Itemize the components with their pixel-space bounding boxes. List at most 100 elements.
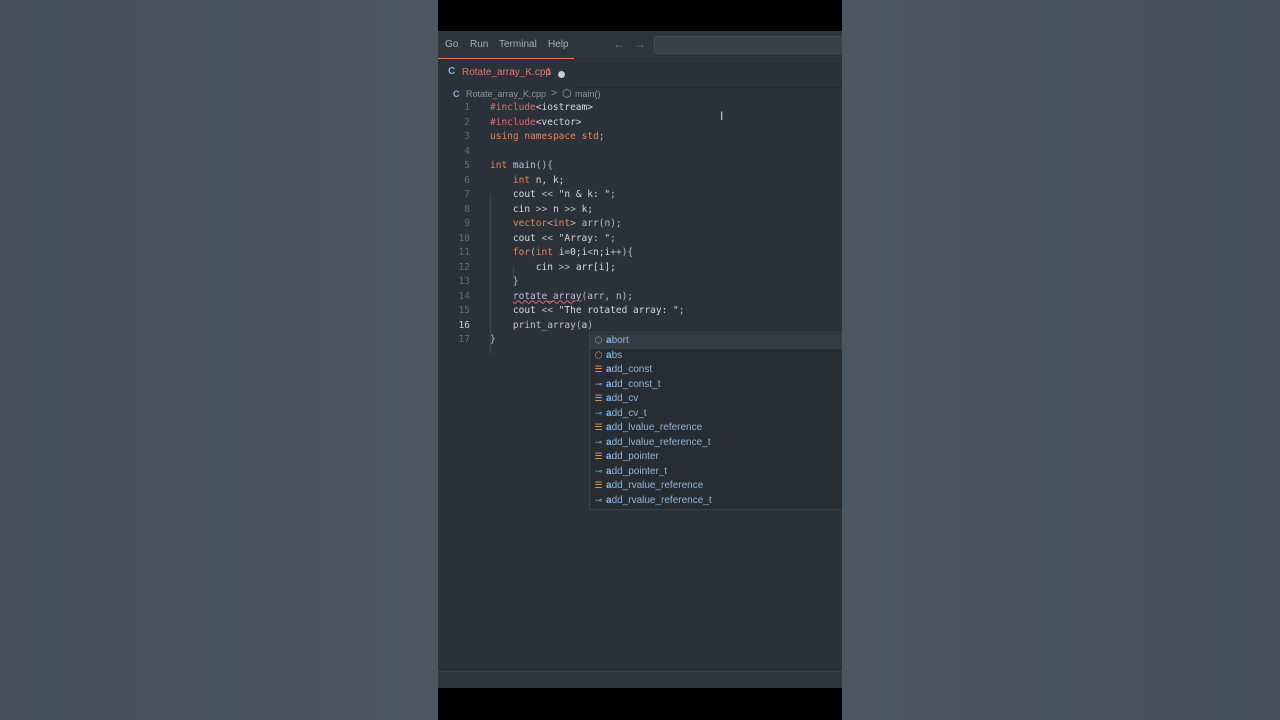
- line-number: 12: [458, 261, 470, 273]
- code-line[interactable]: 15 cout << "The rotated array: ";: [438, 304, 842, 318]
- suggestion-item[interactable]: ☰ add_const: [590, 363, 842, 378]
- suggestion-item[interactable]: ☰ add_cv: [590, 392, 842, 407]
- menu-run[interactable]: Run: [470, 39, 488, 50]
- problem-count-badge: 1: [546, 67, 552, 78]
- suggestion-label: add_rvalue_reference: [606, 480, 703, 491]
- code-line[interactable]: 4: [438, 145, 842, 159]
- suggestion-rest: dd_const: [611, 364, 653, 375]
- code-line[interactable]: 7 cout << "n & k: ";: [438, 188, 842, 202]
- type-alias-icon: ⊸: [594, 436, 603, 447]
- line-number: 4: [464, 145, 470, 157]
- line-source: for(int i=0;i<n;i++){: [490, 246, 633, 260]
- code-line[interactable]: 10 cout << "Array: ";: [438, 232, 842, 246]
- code-token: ++: [610, 247, 622, 258]
- line-source: #include<vector>: [490, 116, 582, 130]
- menu-terminal[interactable]: Terminal: [499, 39, 537, 50]
- code-token: }: [490, 334, 496, 345]
- code-token: cin: [512, 203, 536, 215]
- code-token: ;: [598, 131, 605, 142]
- line-source: vector<int> arr(n);: [490, 217, 622, 231]
- line-number: 9: [464, 218, 470, 229]
- breadcrumb-file[interactable]: Rotate_array_K.cpp: [466, 89, 546, 99]
- line-source: cout << "The rotated array: ";: [490, 304, 685, 318]
- code-line[interactable]: 1 #include<iostream>: [438, 101, 842, 115]
- line-number: 11: [458, 247, 470, 258]
- code-line[interactable]: 2 #include<vector>: [438, 116, 842, 130]
- code-token: cout: [512, 189, 542, 200]
- code-token: namespace: [524, 131, 576, 142]
- code-token: "Array: ": [558, 232, 611, 244]
- line-number: 2: [464, 116, 470, 128]
- code-line[interactable]: 11 for(int i=0;i<n;i++){: [438, 246, 842, 260]
- code-line[interactable]: 13 }: [438, 275, 842, 289]
- tab-label: Rotate_array_K.cpp: [462, 67, 551, 78]
- code-token: vector: [512, 218, 548, 229]
- menu-go[interactable]: Go: [445, 39, 458, 50]
- code-line[interactable]: 8 cin >> n >> k;: [438, 203, 842, 217]
- line-number: 17: [458, 334, 470, 345]
- code-line[interactable]: 5 int main(){: [438, 159, 842, 173]
- suggestion-rest: bs: [611, 349, 623, 361]
- code-token: n;i: [593, 247, 611, 258]
- code-line[interactable]: 9 vector<int> arr(n);: [438, 217, 842, 231]
- suggestion-item[interactable]: ⊸ add_pointer_t: [590, 465, 842, 480]
- suggestion-item[interactable]: ☰ add_lvalue_reference: [590, 421, 842, 436]
- line-source: cin >> n >> k;: [490, 203, 593, 217]
- code-token: int: [552, 218, 571, 229]
- code-token: <<: [541, 305, 559, 316]
- suggestion-item[interactable]: ☰ add_rvalue_reference: [590, 479, 842, 494]
- suggestion-item[interactable]: ⊸ add_lvalue_reference_t: [590, 436, 842, 451]
- autocomplete-suggestion-widget: ⬡ abort ⬡ abs ☰ add_const ⊸ add_const_t ☰ add_cv ⊸…: [589, 332, 842, 510]
- suggestion-label: add_rvalue_reference_t: [606, 495, 712, 506]
- suggestion-label: add_lvalue_reference_t: [606, 437, 711, 448]
- suggestion-label: add_lvalue_reference: [606, 422, 702, 433]
- back-arrow-icon[interactable]: ←: [613, 37, 625, 51]
- tab-rotate-array-cpp[interactable]: C Rotate_array_K.cpp 1: [438, 58, 574, 88]
- code-line[interactable]: 16 print_array(a): [438, 319, 842, 333]
- suggestion-item[interactable]: ⊸ add_rvalue_reference_t: [590, 494, 842, 509]
- line-source: #include<iostream>: [490, 101, 593, 115]
- suggestion-item[interactable]: ⊸ add_cv_t: [590, 407, 842, 422]
- suggestion-label: add_cv_t: [606, 408, 647, 419]
- line-source: using namespace std;: [490, 130, 604, 144]
- line-number: 15: [458, 305, 470, 316]
- forward-arrow-icon[interactable]: →: [634, 37, 646, 51]
- code-token: for: [512, 247, 531, 258]
- suggestion-rest: dd_lvalue_reference: [611, 422, 703, 433]
- vertical-video-frame: Go Run Terminal Help ← → C Rotate_array_…: [438, 0, 842, 720]
- code-token: ): [587, 319, 594, 331]
- code-token: cout: [512, 232, 542, 244]
- menu-help[interactable]: Help: [548, 39, 569, 50]
- suggestion-rest: dd_rvalue_reference_t: [611, 494, 712, 506]
- class-icon: ☰: [594, 364, 603, 374]
- code-line[interactable]: 12 cin >> arr[i];: [438, 261, 842, 275]
- code-token: ;: [610, 189, 616, 200]
- suggestion-rest: dd_lvalue_reference_t: [611, 436, 711, 448]
- code-token: }: [512, 276, 519, 287]
- code-token: n: [552, 203, 565, 215]
- breadcrumb-symbol[interactable]: main(): [575, 89, 601, 99]
- code-line[interactable]: 6 int n, k;: [438, 174, 842, 188]
- line-number: 16: [458, 319, 470, 331]
- suggestion-item[interactable]: ⬡ abort: [590, 334, 842, 349]
- suggestion-item[interactable]: ☰ add_pointer: [590, 450, 842, 465]
- code-token: main: [512, 160, 536, 171]
- suggestion-item[interactable]: ⬡ abs: [590, 349, 842, 364]
- breadcrumb-separator: >: [551, 88, 557, 99]
- line-number: 3: [464, 131, 470, 142]
- code-line[interactable]: 14 rotate_array(arr, n);: [438, 290, 842, 304]
- code-token: >: [570, 218, 582, 229]
- suggestion-rest: dd_cv_t: [611, 407, 647, 419]
- suggestion-item[interactable]: ⊸ add_const_t: [590, 378, 842, 393]
- line-source: cin >> arr[i];: [490, 261, 616, 275]
- code-token: i: [552, 247, 565, 258]
- code-line[interactable]: 3 using namespace std;: [438, 130, 842, 144]
- unsaved-dot-icon[interactable]: [558, 71, 565, 78]
- suggestion-rest: dd_cv: [611, 393, 639, 404]
- command-center-search[interactable]: [654, 36, 842, 54]
- code-token: ;: [678, 305, 685, 316]
